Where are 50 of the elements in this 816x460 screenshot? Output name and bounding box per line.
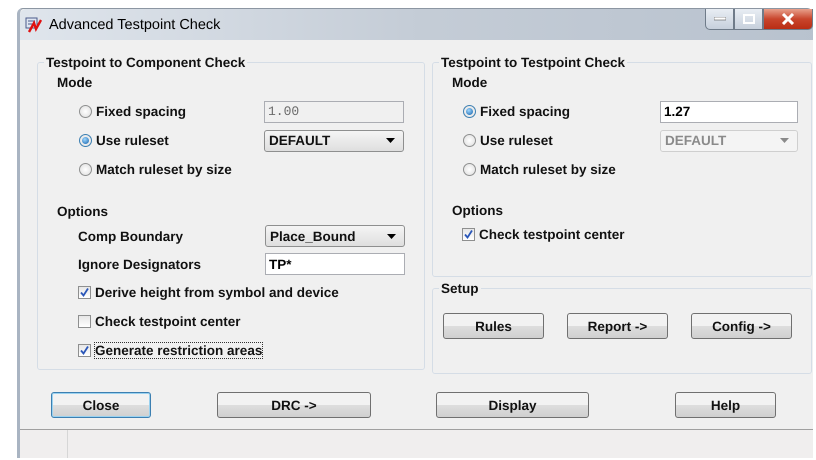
radio-button[interactable] [79, 163, 92, 176]
checkbox[interactable]: Derive height from symbol and device [78, 285, 339, 300]
radio-button[interactable] [463, 163, 476, 176]
checkmark-icon [463, 228, 474, 240]
checkbox[interactable]: Check testpoint center [78, 314, 241, 329]
dialog-button[interactable]: Close [51, 392, 151, 418]
boundary-dropdown[interactable]: Place_Bound [265, 225, 405, 247]
radio-label[interactable]: Match ruleset by size [480, 162, 616, 177]
section-label: Options [452, 203, 504, 220]
caret-icon [386, 138, 395, 143]
minimize-icon [714, 17, 726, 21]
group-title: Setup [440, 281, 480, 296]
radio-label[interactable]: Use ruleset [480, 133, 553, 148]
radio-label[interactable]: Fixed spacing [96, 104, 186, 119]
checkmark-icon [79, 287, 90, 298]
group-title: Testpoint to Component Check [45, 55, 246, 70]
close-icon [781, 13, 795, 25]
setup-button[interactable]: Report -> [567, 313, 668, 339]
radio-button[interactable] [463, 105, 476, 118]
dialog-button[interactable]: Help [675, 392, 776, 418]
section-label: Options [57, 204, 109, 221]
checkbox[interactable]: Check testpoint center [462, 226, 625, 242]
radio-button[interactable] [79, 105, 92, 118]
dialog-button[interactable]: Display [436, 392, 589, 418]
radio-label[interactable]: Use ruleset [96, 133, 169, 148]
radio-button[interactable] [79, 134, 92, 147]
group-title: Testpoint to Testpoint Check [440, 55, 626, 70]
maximize-icon [742, 14, 754, 24]
window-title: Advanced Testpoint Check [49, 16, 220, 32]
caret-icon [780, 138, 789, 143]
dialog-button[interactable]: DRC -> [217, 392, 371, 418]
field-label: Ignore Designators [78, 256, 202, 272]
caret-icon [387, 234, 396, 238]
field-label: Comp Boundary [78, 228, 184, 244]
maximize-button[interactable] [734, 9, 763, 30]
app-icon [25, 16, 43, 32]
setup-button[interactable]: Config -> [691, 313, 792, 339]
minimize-button[interactable] [705, 9, 734, 30]
designators-field[interactable]: TP* [265, 253, 405, 275]
section-label: Mode [452, 75, 488, 92]
setup-button[interactable]: Rules [443, 313, 544, 339]
section-label: Mode [57, 75, 94, 92]
checkmark-icon [79, 345, 90, 356]
close-button[interactable] [763, 9, 813, 30]
checkbox[interactable]: Generate restriction areas [78, 343, 262, 358]
radio-label[interactable]: Fixed spacing [480, 104, 570, 119]
radio-label[interactable]: Match ruleset by size [96, 162, 232, 177]
radio-button[interactable] [463, 134, 476, 147]
ruleset-dropdown[interactable]: DEFAULT [264, 130, 404, 152]
spacing-field[interactable]: 1.27 [660, 100, 798, 122]
